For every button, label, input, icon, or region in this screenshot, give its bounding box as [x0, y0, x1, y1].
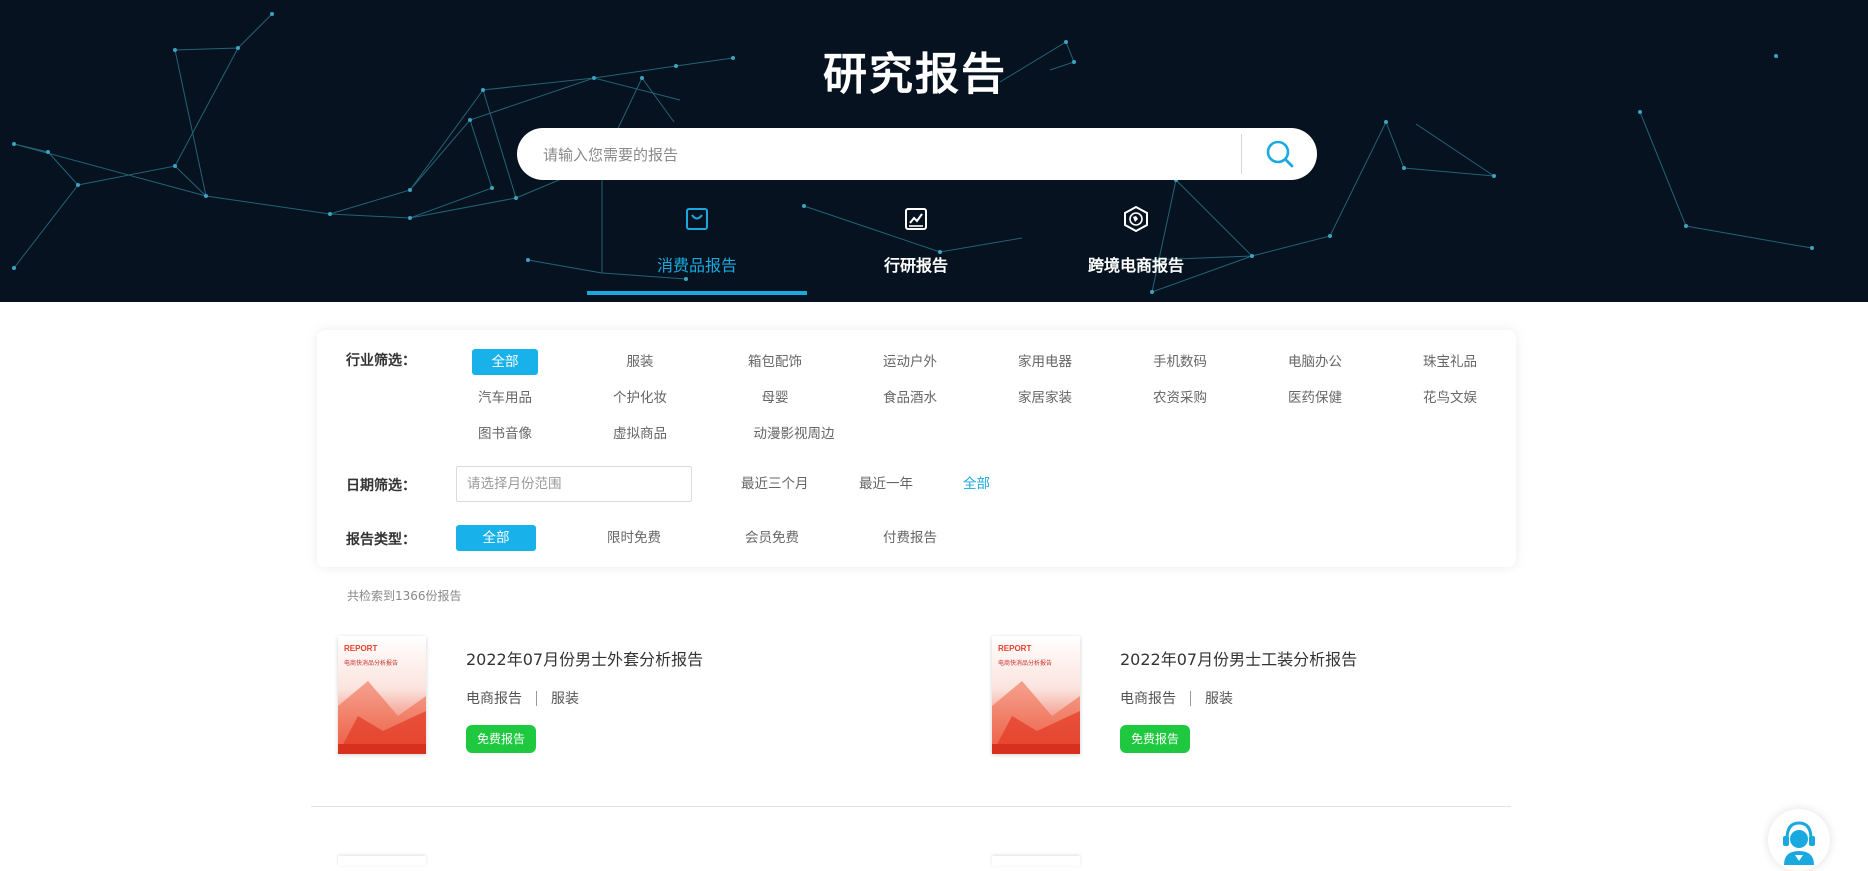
cover-subtitle: 电商快消品分析报告	[998, 661, 1053, 667]
industry-filter-label: 行业筛选：	[346, 353, 416, 369]
meta-separator	[1190, 690, 1191, 706]
free-report-badge: 免费报告	[1120, 725, 1191, 753]
tab-label: 消费品报告	[656, 256, 737, 275]
shopping-bag-icon	[686, 208, 708, 230]
search-input[interactable]	[541, 128, 1245, 180]
meta-separator	[536, 690, 537, 706]
page-title: 研究报告	[823, 49, 1007, 100]
free-report-badge: 免费报告	[466, 725, 537, 753]
search-bar	[517, 128, 1317, 180]
industry-option[interactable]: 汽车用品	[472, 385, 538, 411]
cover-subtitle: 电商快消品分析报告	[344, 661, 399, 667]
tab-label: 跨境电商报告	[1087, 256, 1184, 275]
report-type-label: 报告类型：	[346, 532, 416, 548]
globe-shield-icon	[1124, 206, 1148, 232]
report-card[interactable]: REPORT 电商快消品分析报告 2022年07月份男士外套分析报告 电商报告 …	[338, 636, 898, 756]
line-chart-icon	[905, 208, 927, 230]
tab-cross-border-reports[interactable]: 跨境电商报告	[1026, 206, 1246, 296]
report-cover: REPORT 电商快消品分析报告	[338, 636, 426, 754]
industry-option[interactable]: 手机数码	[1147, 349, 1213, 375]
date-option-last-year[interactable]: 最近一年	[859, 466, 913, 502]
cover-art	[338, 636, 426, 754]
date-filter-label: 日期筛选：	[346, 478, 416, 494]
cover-art	[992, 636, 1080, 754]
report-title[interactable]: 2022年07月份男士工装分析报告	[1120, 646, 1357, 670]
industry-option[interactable]: 医药保健	[1282, 385, 1348, 411]
industry-option[interactable]: 个护化妆	[607, 385, 673, 411]
report-category: 电商报告	[466, 691, 522, 707]
customer-service-button[interactable]	[1768, 809, 1830, 871]
industry-option[interactable]: 食品酒水	[877, 385, 943, 411]
tab-label: 行研报告	[883, 256, 948, 275]
industry-option[interactable]: 家居家装	[1012, 385, 1078, 411]
report-cover-partial	[992, 856, 1080, 866]
report-meta: 电商报告 服装	[1120, 688, 1233, 708]
customer-service-icon	[1783, 821, 1815, 865]
search-button[interactable]	[1242, 128, 1317, 180]
tab-consumer-reports[interactable]: 消费品报告	[587, 206, 807, 296]
report-industry: 服装	[551, 691, 579, 707]
tab-industry-research[interactable]: 行研报告	[806, 206, 1026, 296]
report-cover-partial	[338, 856, 426, 866]
search-icon	[1266, 140, 1293, 168]
report-title[interactable]: 2022年07月份男士外套分析报告	[466, 646, 703, 670]
industry-option[interactable]: 农资采购	[1147, 385, 1213, 411]
industry-option[interactable]: 电脑办公	[1282, 349, 1348, 375]
cover-tag: REPORT	[344, 644, 378, 653]
industry-option-all[interactable]: 全部	[472, 349, 538, 375]
filter-panel: 行业筛选： 全部 服装 箱包配饰 运动户外 家用电器 手机数码 电脑办公 珠宝礼…	[317, 330, 1516, 567]
active-tab-indicator	[587, 291, 807, 295]
report-card[interactable]: REPORT 电商快消品分析报告 2022年07月份男士工装分析报告 电商报告 …	[992, 636, 1552, 756]
industry-option[interactable]: 动漫影视周边	[742, 421, 846, 447]
hero-banner: 研究报告 消费品报告 行研报告 跨境电商	[0, 0, 1868, 302]
type-option-limited-free[interactable]: 限时免费	[594, 525, 674, 551]
industry-option[interactable]: 服装	[607, 349, 673, 375]
month-range-picker[interactable]	[456, 466, 692, 502]
industry-option[interactable]: 箱包配饰	[742, 349, 808, 375]
report-industry: 服装	[1205, 691, 1233, 707]
industry-option[interactable]: 家用电器	[1012, 349, 1078, 375]
result-count: 共检索到1366份报告	[347, 589, 462, 603]
industry-option[interactable]: 母婴	[742, 385, 808, 411]
cover-tag: REPORT	[998, 644, 1032, 653]
date-option-all[interactable]: 全部	[963, 466, 990, 502]
list-divider	[311, 806, 1511, 807]
industry-option[interactable]: 运动户外	[877, 349, 943, 375]
type-option-member-free[interactable]: 会员免费	[732, 525, 812, 551]
industry-option[interactable]: 虚拟商品	[607, 421, 673, 447]
industry-option[interactable]: 珠宝礼品	[1417, 349, 1483, 375]
type-option-paid[interactable]: 付费报告	[870, 525, 950, 551]
report-category: 电商报告	[1120, 691, 1176, 707]
date-option-last-3-months[interactable]: 最近三个月	[741, 466, 809, 502]
industry-option[interactable]: 图书音像	[472, 421, 538, 447]
report-cover: REPORT 电商快消品分析报告	[992, 636, 1080, 754]
type-option-all[interactable]: 全部	[456, 525, 536, 551]
industry-option[interactable]: 花鸟文娱	[1417, 385, 1483, 411]
report-meta: 电商报告 服装	[466, 688, 579, 708]
